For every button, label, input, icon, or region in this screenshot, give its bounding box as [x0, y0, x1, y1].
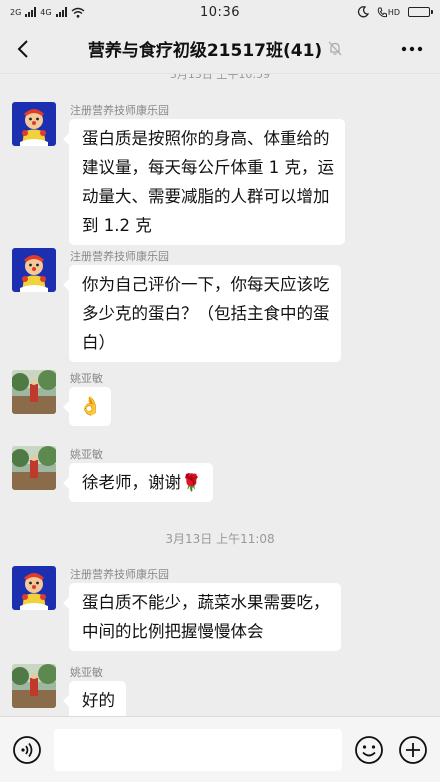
nav-bar: 营养与食疗初级21517班(41) [0, 24, 440, 74]
sender-name: 注册营养技师康乐园 [70, 568, 169, 581]
message-bubble[interactable]: 徐老师，谢谢🌹 [63, 463, 213, 502]
outdoor-photo-avatar[interactable] [12, 664, 56, 708]
status-left: 2G 4G [10, 7, 160, 18]
sender-name: 注册营养技师康乐园 [70, 250, 169, 263]
emoji-icon [355, 735, 383, 764]
message-text-line: 多少克的蛋白？（包括主食中的蛋 [82, 304, 330, 323]
message-text-line: 中间的比例把握慢慢体会 [82, 622, 264, 641]
network-label-2g: 2G [10, 7, 22, 17]
bell-off-icon [328, 41, 342, 56]
message-text-line: 到 1.2 克 [82, 216, 152, 235]
message-bubble[interactable]: 你为自己评价一下，你每天应该吃 多少克的蛋白？（包括主食中的蛋 白） [63, 265, 341, 362]
input-bar [0, 716, 440, 782]
emoji-button[interactable] [352, 733, 386, 767]
signal-icon-2 [55, 7, 67, 17]
message-text-line: 建议量，每天每公斤体重 1 克，运 [82, 158, 334, 177]
outdoor-photo-avatar[interactable] [12, 370, 56, 414]
more-dots-icon [401, 46, 423, 51]
status-bar: 2G 4G 10:36 HD [0, 0, 440, 24]
timestamp-divider: 3月13日 上午11:08 [165, 532, 275, 546]
message-bubble[interactable]: 👌 [62, 387, 112, 426]
timestamp-divider: 3月13日 上午10:59 [169, 74, 271, 81]
voice-icon [13, 735, 41, 764]
message-bubble[interactable]: 好的 [63, 681, 126, 716]
message-bubble[interactable]: 蛋白质是按照你的身高、体重给的 建议量，每天每公斤体重 1 克，运 动量大、需要… [63, 119, 345, 245]
message-bubble[interactable]: 蛋白质不能少，蔬菜水果需要吃， 中间的比例把握慢慢体会 [63, 583, 341, 651]
sender-name: 姚亚敏 [70, 448, 103, 461]
moon-icon [357, 6, 369, 18]
back-button[interactable] [0, 24, 46, 74]
outdoor-photo-avatar[interactable] [12, 446, 56, 490]
message-text-line: 蛋白质是按照你的身高、体重给的 [82, 129, 330, 148]
signal-icon [25, 7, 37, 17]
message-input[interactable] [54, 728, 342, 771]
message-text-line: 动量大、需要减脂的人群可以增加 [82, 187, 330, 206]
more-button[interactable] [384, 24, 440, 74]
battery-icon [408, 7, 433, 17]
message-text-line: 蛋白质不能少，蔬菜水果需要吃， [82, 593, 330, 612]
chevron-left-icon [17, 39, 28, 58]
chat-title: 营养与食疗初级21517班(41) [46, 36, 384, 61]
ok-hand-emoji: 👌 [79, 396, 102, 417]
hd-call-icon: HD [377, 7, 400, 18]
sender-name: 注册营养技师康乐园 [70, 104, 169, 117]
cartoon-character-avatar[interactable] [12, 102, 56, 146]
plus-button[interactable] [396, 733, 430, 767]
status-time: 10:36 [200, 4, 240, 20]
status-right: HD [280, 6, 433, 18]
voice-button[interactable] [10, 733, 44, 767]
wifi-icon [71, 7, 85, 18]
sender-name: 姚亚敏 [70, 666, 103, 679]
chat-title-text: 营养与食疗初级21517班(41) [87, 41, 323, 61]
cartoon-character-avatar[interactable] [12, 566, 56, 610]
cartoon-character-avatar[interactable] [12, 248, 56, 292]
message-text-line: 你为自己评价一下，你每天应该吃 [82, 275, 330, 294]
chat-area[interactable]: 3月13日 上午10:59 注册营养技师康乐园 蛋白质是按照你的身高、体重给的 … [0, 74, 440, 716]
message-text-line: 白） [82, 333, 115, 352]
network-label-4g: 4G [40, 7, 52, 17]
sender-name: 姚亚敏 [70, 372, 103, 385]
message-text-line: 好的 [82, 691, 115, 710]
message-text-line: 徐老师，谢谢🌹 [82, 473, 202, 492]
plus-icon [399, 735, 427, 764]
